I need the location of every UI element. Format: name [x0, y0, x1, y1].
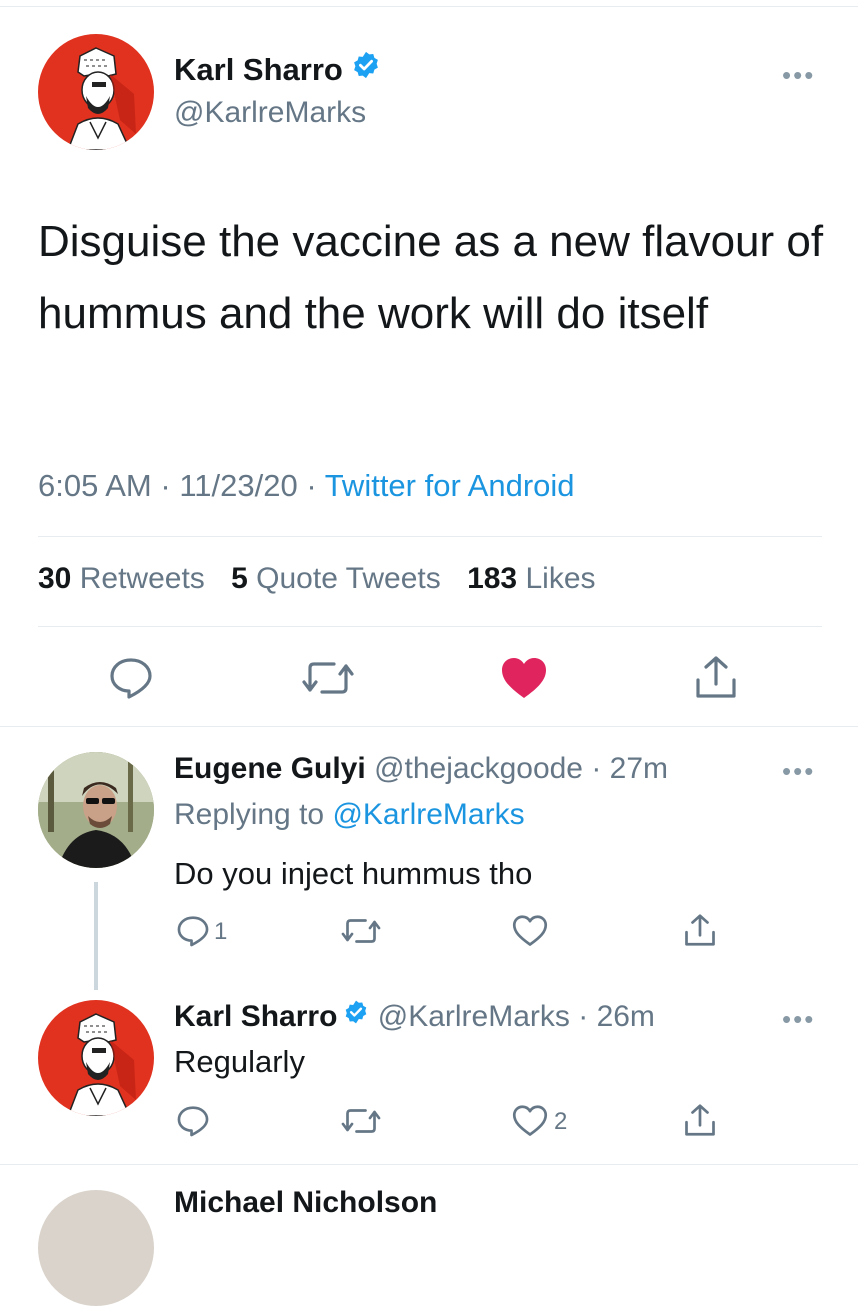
meta-separator: ·: [160, 468, 180, 503]
tweet-date[interactable]: 11/23/20: [179, 468, 297, 503]
reply-header: Karl Sharro @KarlreMarks · 26m: [174, 1000, 655, 1035]
replying-to-link[interactable]: @KarlreMarks: [332, 798, 524, 831]
likes-stat[interactable]: 183 Likes: [467, 562, 595, 595]
reply-author-avatar[interactable]: [38, 1000, 154, 1116]
reply-author-handle[interactable]: @thejackgoode: [374, 752, 583, 785]
replying-to-prefix: Replying to: [174, 798, 325, 831]
reply-author-name[interactable]: Eugene Gulyi: [174, 752, 366, 785]
reply-age[interactable]: 27m: [610, 752, 668, 785]
like-button[interactable]: [512, 914, 548, 953]
divider: [38, 536, 822, 537]
thread-connector: [94, 882, 98, 990]
reply-count: 1: [214, 918, 228, 945]
heart-icon: [502, 658, 546, 698]
retweet-icon: [341, 919, 381, 943]
meta-separator: ·: [306, 468, 325, 503]
author-handle[interactable]: @KarlreMarks: [174, 96, 366, 130]
reply-button[interactable]: [176, 914, 210, 953]
replying-to: Replying to @KarlreMarks: [174, 798, 525, 832]
more-horizontal-icon[interactable]: •••: [782, 60, 815, 91]
reply-icon: [110, 658, 152, 699]
tweet-source-link[interactable]: Twitter for Android: [325, 468, 575, 503]
share-icon: [685, 914, 715, 946]
reply-button[interactable]: [176, 1104, 210, 1143]
heart-icon: [512, 915, 548, 946]
share-icon: [685, 1104, 715, 1136]
like-count: 2: [554, 1108, 568, 1135]
reply-author-name[interactable]: Michael Nicholson: [174, 1186, 437, 1220]
reply-icon: [177, 916, 209, 947]
meta-separator: ·: [569, 1000, 597, 1033]
more-horizontal-icon[interactable]: •••: [782, 756, 815, 787]
likes-label: Likes: [525, 562, 596, 595]
reply-icon: [177, 1106, 209, 1137]
tweet-time[interactable]: 6:05 AM: [38, 468, 152, 503]
reply-author-handle[interactable]: @KarlreMarks: [378, 1000, 570, 1033]
reply-text: Do you inject hummus tho: [174, 856, 533, 891]
heart-icon: [512, 1105, 548, 1136]
verified-badge-icon: [343, 999, 369, 1033]
share-button[interactable]: [682, 912, 718, 953]
retweet-button[interactable]: [340, 1106, 382, 1141]
reply-header: Eugene Gulyi @thejackgoode · 27m: [174, 752, 668, 786]
retweets-label: Retweets: [79, 562, 205, 595]
top-divider: [0, 6, 858, 7]
share-button[interactable]: [682, 1102, 718, 1143]
retweet-icon: [302, 662, 354, 694]
author-name-text[interactable]: Karl Sharro: [174, 52, 343, 87]
like-button[interactable]: [500, 656, 548, 705]
author-name[interactable]: Karl Sharro: [174, 50, 381, 91]
verified-badge-icon: [351, 50, 381, 88]
quote-tweets-count: 5: [231, 562, 248, 595]
like-button[interactable]: [512, 1104, 548, 1143]
reply-author-avatar[interactable]: [38, 1190, 154, 1306]
reply-age[interactable]: 26m: [597, 1000, 655, 1033]
retweet-button[interactable]: [300, 658, 356, 703]
retweet-icon: [341, 1109, 381, 1133]
reply-button[interactable]: [108, 656, 154, 705]
divider: [0, 726, 858, 727]
tweet-meta: 6:05 AM · 11/23/20 · Twitter for Android: [38, 468, 575, 504]
divider: [38, 626, 822, 627]
tweet-stats: 30 Retweets 5 Quote Tweets 183 Likes: [38, 562, 596, 596]
quote-tweets-label: Quote Tweets: [256, 562, 441, 595]
quote-tweets-stat[interactable]: 5 Quote Tweets: [231, 562, 441, 595]
tweet-text: Disguise the vaccine as a new flavour of…: [38, 217, 824, 338]
divider: [0, 1164, 858, 1165]
more-horizontal-icon[interactable]: •••: [782, 1004, 815, 1035]
meta-separator: ·: [583, 752, 610, 785]
reply-author-name[interactable]: Karl Sharro: [174, 1000, 337, 1033]
reply-author-avatar[interactable]: [38, 752, 154, 868]
retweet-button[interactable]: [340, 916, 382, 951]
reply-text: Regularly: [174, 1044, 305, 1079]
retweets-count: 30: [38, 562, 72, 595]
share-button[interactable]: [692, 654, 740, 705]
retweets-stat[interactable]: 30 Retweets: [38, 562, 205, 595]
author-avatar[interactable]: [38, 34, 154, 150]
share-icon: [696, 656, 736, 698]
likes-count: 183: [467, 562, 518, 595]
